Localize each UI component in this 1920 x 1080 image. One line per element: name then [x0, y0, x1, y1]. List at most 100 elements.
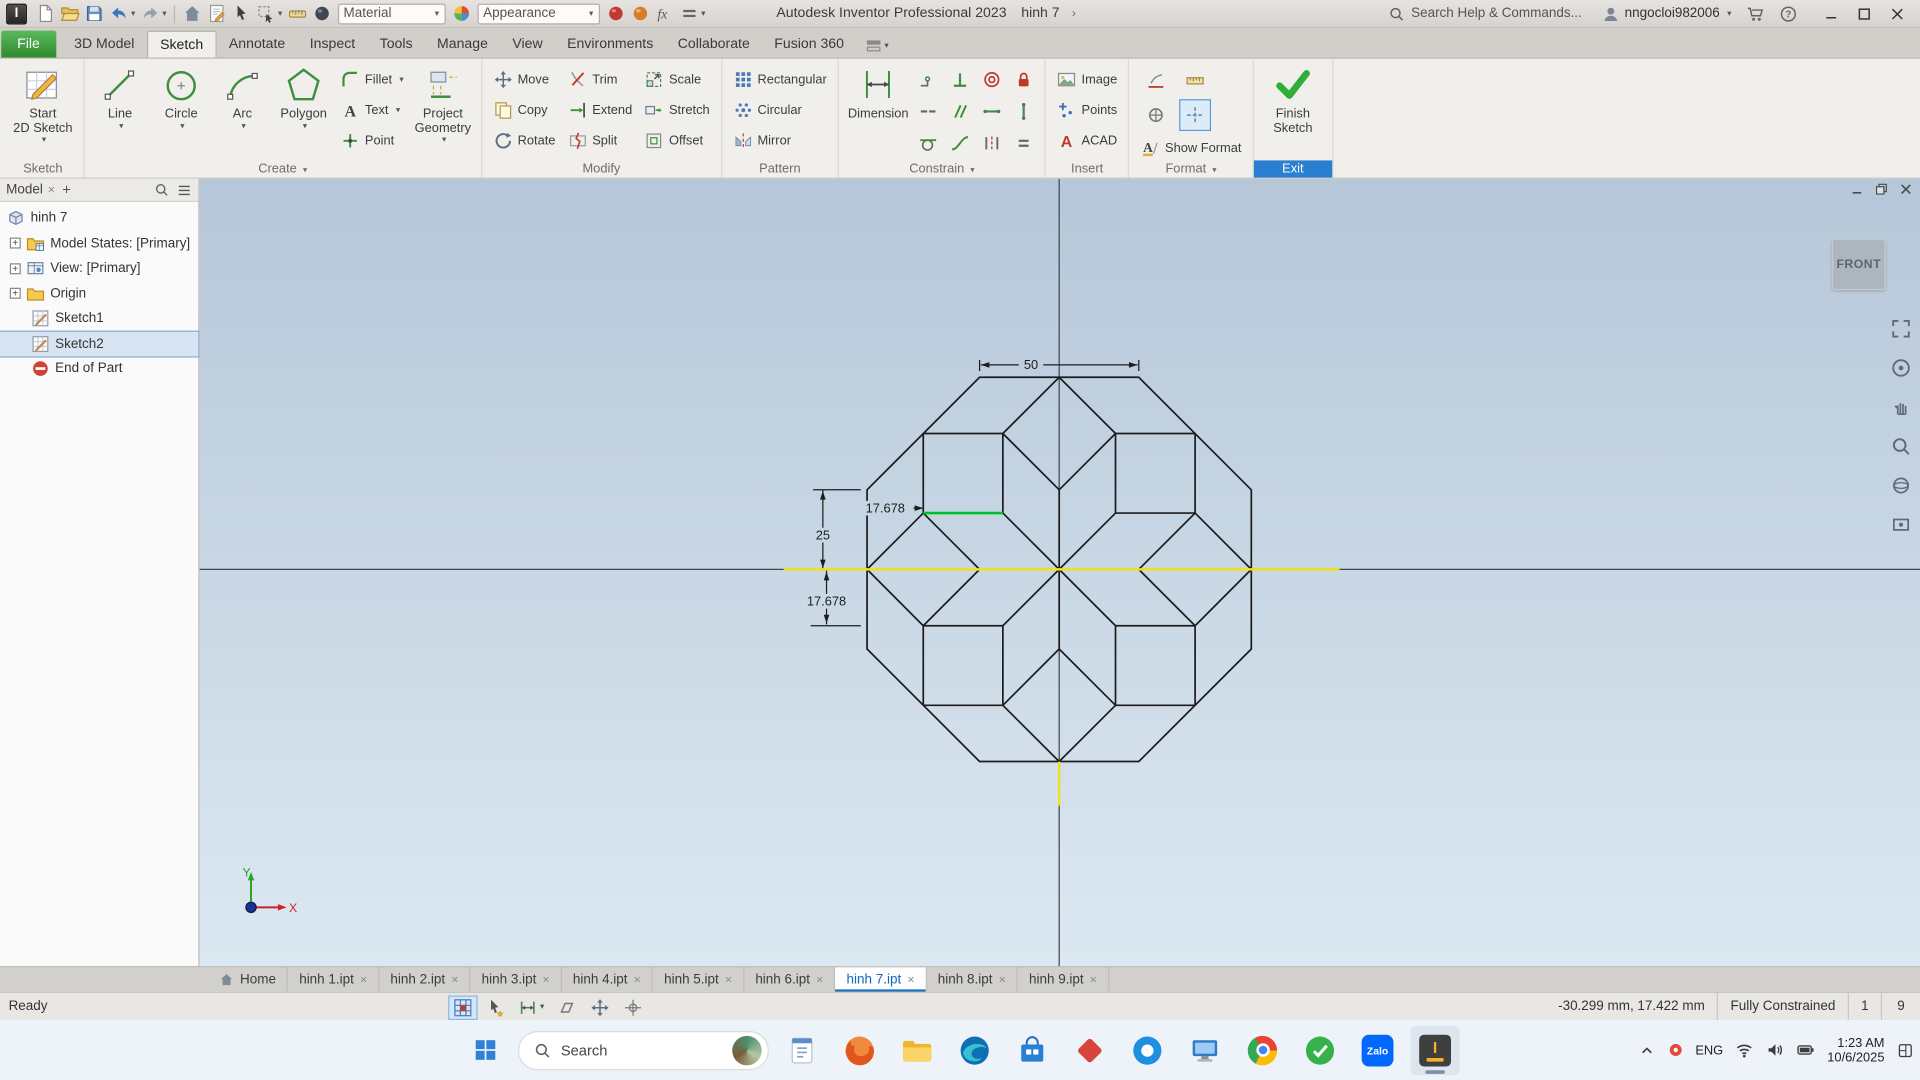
ribbon-tab-3d-model[interactable]: 3D Model	[62, 31, 147, 58]
selection-box-button[interactable]: ▾	[254, 2, 285, 24]
rotate-tool-button[interactable]: Rotate	[489, 127, 559, 154]
tray-app-icon[interactable]	[1667, 1042, 1683, 1058]
tree-item-model-states-primary[interactable]: + Model States: [Primary]	[0, 231, 198, 256]
rectangular-pattern-button[interactable]: Rectangular	[729, 66, 830, 93]
material-ball-red-button[interactable]	[603, 2, 627, 24]
wifi-icon[interactable]	[1735, 1041, 1753, 1059]
equal-toggle-button[interactable]: ▾	[677, 2, 708, 24]
expand-toggle[interactable]: +	[9, 262, 21, 274]
ribbon-group-label-format[interactable]: Format ▾	[1129, 160, 1252, 177]
tray-expand-button[interactable]	[1638, 1041, 1655, 1058]
scale-tool-button[interactable]: Scale	[641, 66, 714, 93]
smooth-constraint-button[interactable]	[946, 129, 975, 158]
ribbon-tab-fusion-360[interactable]: Fusion 360	[762, 31, 856, 58]
browser-search-button[interactable]	[154, 182, 169, 197]
precise-input-button[interactable]	[618, 995, 647, 1019]
redo-button[interactable]: ▾	[138, 2, 169, 24]
doc-tab-hinh-5-ipt[interactable]: hinh 5.ipt ×	[653, 967, 745, 992]
tree-item-view-primary[interactable]: + View: [Primary]	[0, 256, 198, 281]
notification-center-button[interactable]	[1897, 1041, 1914, 1058]
view-cube[interactable]: FRONT	[1831, 238, 1886, 291]
doc-minimize-button[interactable]	[1851, 184, 1862, 195]
taskbar-app-photos[interactable]	[1123, 1026, 1172, 1075]
help-button[interactable]: ?	[1779, 4, 1797, 22]
collinear-constraint-button[interactable]	[914, 97, 943, 126]
taskbar-app-messenger[interactable]	[1296, 1026, 1345, 1075]
offset-tool-button[interactable]: Offset	[641, 127, 714, 154]
navigation-expand-button[interactable]	[1891, 318, 1912, 339]
close-icon[interactable]: ×	[1090, 973, 1097, 986]
add-browser-tab-button[interactable]: +	[62, 181, 71, 198]
zoom-button[interactable]	[1891, 436, 1912, 457]
taskbar-app-notepad[interactable]	[778, 1026, 827, 1075]
measure-button[interactable]	[285, 2, 309, 24]
pan-button[interactable]	[1891, 397, 1912, 418]
ribbon-tab-collaborate[interactable]: Collaborate	[666, 31, 763, 58]
open-button[interactable]	[58, 2, 82, 24]
doc-restore-button[interactable]	[1875, 183, 1887, 195]
project-geometry-button[interactable]: Project Geometry ▾	[410, 61, 476, 144]
format-line-type-button[interactable]	[1142, 66, 1171, 95]
taskbar-app-inventor[interactable]: I	[1410, 1025, 1460, 1075]
doc-tab-hinh-8-ipt[interactable]: hinh 8.ipt ×	[927, 967, 1018, 992]
save-button[interactable]	[82, 2, 106, 24]
taskbar-app-edge[interactable]	[950, 1026, 999, 1075]
selection-filter-button[interactable]	[481, 995, 510, 1019]
close-icon[interactable]: ×	[451, 973, 458, 986]
close-icon[interactable]: ×	[634, 973, 641, 986]
insert-acad-button[interactable]: A ACAD	[1053, 127, 1121, 154]
doc-tab-hinh-9-ipt[interactable]: hinh 9.ipt ×	[1018, 967, 1110, 992]
close-icon[interactable]: ×	[725, 973, 732, 986]
maximize-button[interactable]	[1848, 0, 1881, 27]
model-canvas[interactable]: 50 25 17.678 17.678 Y X FRONT	[199, 178, 1920, 967]
expand-toggle[interactable]: +	[9, 237, 21, 249]
parallel-constraint-button[interactable]	[946, 97, 975, 126]
show-format-button[interactable]: A Show Format	[1137, 135, 1245, 162]
finish-sketch-button[interactable]: Finish Sketch	[1259, 61, 1328, 136]
mirror-tool-button[interactable]: Mirror	[729, 127, 830, 154]
sketch-canvas[interactable]: 50 25 17.678 17.678 Y X	[199, 178, 1920, 967]
equal-constraint-button[interactable]	[1009, 129, 1038, 158]
doc-tab-hinh-4-ipt[interactable]: hinh 4.ipt ×	[562, 967, 654, 992]
inventor-app-icon[interactable]: I	[6, 3, 27, 24]
work-plane-button[interactable]	[552, 995, 581, 1019]
taskbar-clock[interactable]: 1:23 AM 10/6/2025	[1827, 1035, 1884, 1064]
doc-tab-hinh-7-ipt[interactable]: hinh 7.ipt ×	[835, 967, 927, 992]
browser-menu-button[interactable]	[176, 182, 192, 198]
symmetric-constraint-button[interactable]	[977, 129, 1006, 158]
close-icon[interactable]: ×	[48, 183, 55, 196]
trim-tool-button[interactable]: Trim	[564, 66, 636, 93]
ribbon-tab-view[interactable]: View	[500, 31, 555, 58]
insert-image-button[interactable]: Image	[1053, 66, 1121, 93]
taskbar-app-file-explorer[interactable]	[893, 1026, 942, 1075]
ribbon-tab-environments[interactable]: Environments	[555, 31, 666, 58]
battery-icon[interactable]	[1797, 1041, 1815, 1059]
tree-item-origin[interactable]: + Origin	[0, 281, 198, 306]
home-button[interactable]	[180, 2, 204, 24]
ribbon-tab-inspect[interactable]: Inspect	[298, 31, 368, 58]
start-button[interactable]	[460, 1026, 509, 1075]
parameters-fx-button[interactable]: fx	[652, 2, 676, 24]
volume-icon[interactable]	[1766, 1041, 1784, 1059]
doc-tab-hinh-3-ipt[interactable]: hinh 3.ipt ×	[471, 967, 562, 992]
close-icon[interactable]: ×	[907, 973, 914, 986]
doc-tab-home[interactable]: Home	[208, 967, 289, 992]
close-icon[interactable]: ×	[360, 973, 367, 986]
taskbar-app-firefox[interactable]	[835, 1026, 884, 1075]
point-tool-button[interactable]: Point	[337, 127, 408, 154]
tree-item-sketch2[interactable]: Sketch2	[0, 330, 200, 358]
material-ball-orange-button[interactable]	[628, 2, 652, 24]
insert-points-button[interactable]: Points	[1053, 97, 1121, 124]
line-tool-button[interactable]: Line ▾	[89, 61, 150, 130]
doc-tab-hinh-2-ipt[interactable]: hinh 2.ipt ×	[379, 967, 471, 992]
close-button[interactable]	[1881, 0, 1914, 27]
format-line-weight-button[interactable]	[1181, 66, 1210, 95]
taskbar-app-chrome[interactable]	[1238, 1026, 1287, 1075]
doc-tab-hinh-6-ipt[interactable]: hinh 6.ipt ×	[744, 967, 836, 992]
taskbar-app-this-pc[interactable]	[1180, 1026, 1229, 1075]
doc-close-button[interactable]	[1900, 184, 1911, 195]
doc-tab-hinh-1-ipt[interactable]: hinh 1.ipt ×	[288, 967, 380, 992]
close-icon[interactable]: ×	[542, 973, 549, 986]
circular-pattern-button[interactable]: Circular	[729, 97, 830, 124]
taskbar-search[interactable]: Search	[517, 1030, 769, 1070]
